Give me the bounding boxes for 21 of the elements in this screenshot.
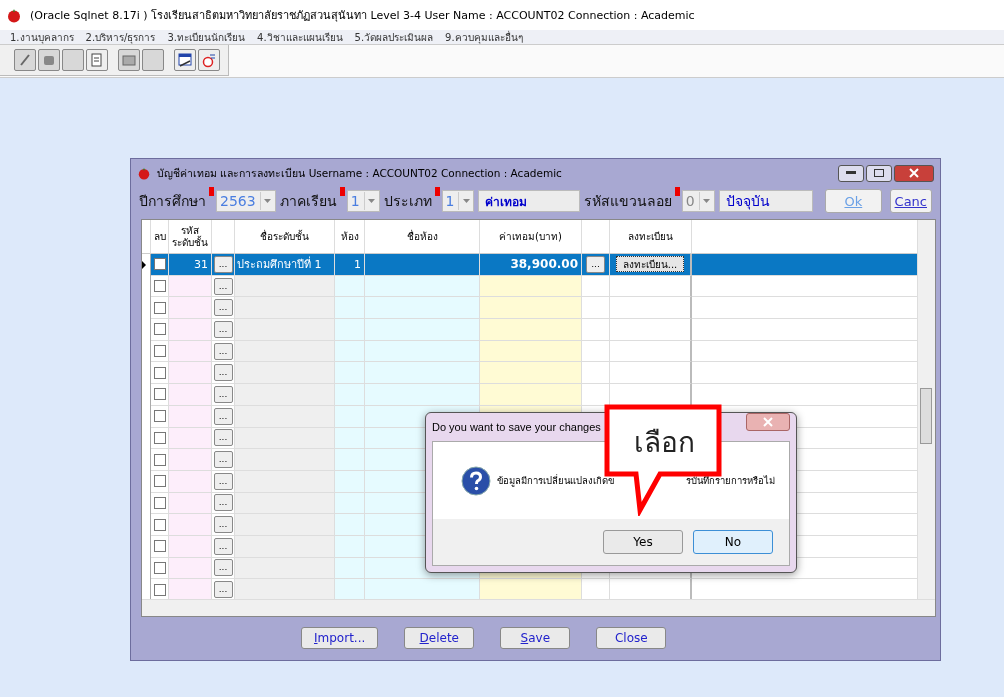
column-header: ชื่อระดับชั้น [260, 230, 309, 243]
callout-text: เลือก [632, 425, 696, 461]
column-header: ชื่อห้อง [406, 230, 438, 243]
dialog-message: รบันทึกรายการหรือไม่ [686, 474, 775, 488]
column-header: รหัส ระดับชั้น [171, 225, 209, 248]
window-title: (Oracle Sqlnet 8.17i ) โรงเรียนสาธิตมหาวิทยาลัยราชภัฏสวนสุนันทา Level 3-4 User Name : ACCOUNT02 Connection : Academic [30, 8, 695, 24]
column-header: ห้อง [340, 230, 359, 243]
dialog-message: ข้อมูลมีการเปลี่ยนแปลงเกิดข [497, 473, 614, 488]
column-header: ลงทะเบียน [628, 230, 673, 243]
column-header: ค่าเทอม(บาท) [499, 230, 562, 243]
table-cell: 31 [194, 257, 208, 271]
table-cell: 1 [354, 257, 361, 271]
field-label: ปีการศึกษา [139, 190, 212, 212]
table-cell: 38,900.00 [510, 257, 578, 272]
field-label: รหัสแขวนลอย [583, 190, 678, 212]
field-label: ประเภท [383, 190, 438, 212]
column-header: ลบ [153, 230, 166, 243]
table-cell: ประถมศึกษาปีที่ 1 [237, 255, 322, 274]
field-label: ภาคเรียน [279, 190, 343, 212]
window-title: บัญชีค่าเทอม และการลงทะเบียน Username : ACCOUNT02 Connection : Academic [157, 165, 563, 182]
dialog-title: Do you want to save your changes [432, 421, 601, 433]
